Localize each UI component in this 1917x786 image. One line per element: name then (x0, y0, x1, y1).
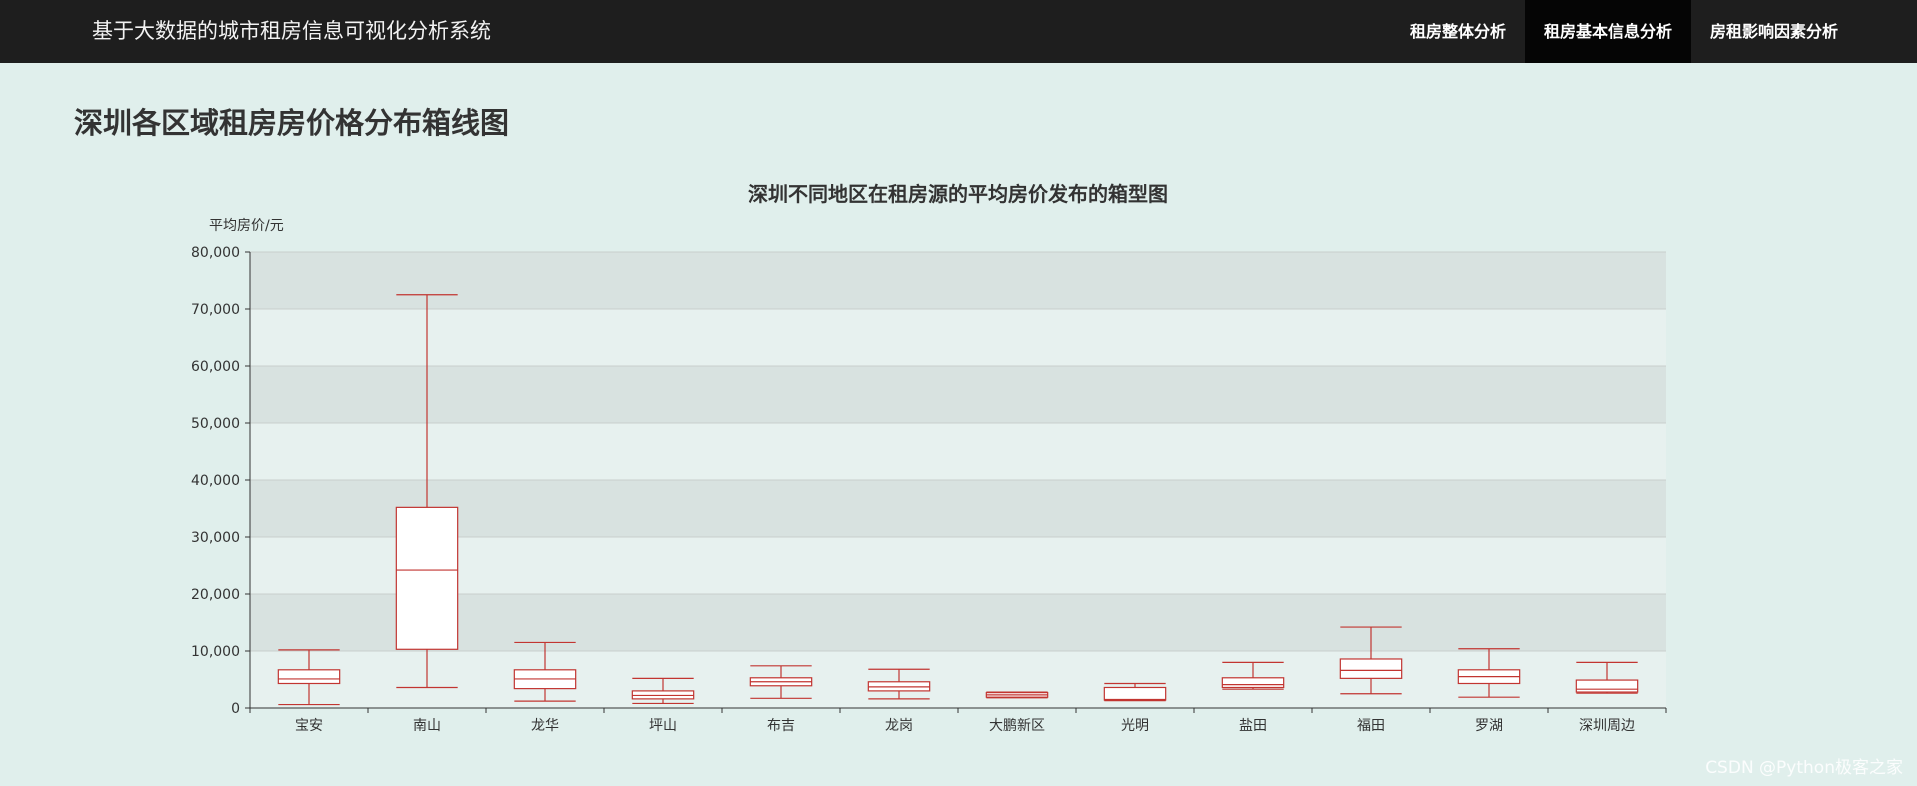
navbar: 基于大数据的城市租房信息可视化分析系统 租房整体分析 租房基本信息分析 房租影响… (0, 0, 1917, 63)
grid-band (250, 423, 1666, 480)
nav-item-factors[interactable]: 房租影响因素分析 (1691, 0, 1857, 63)
y-axis: 0 10,000 20,000 30,000 40,000 50,000 60,000 70,… (191, 245, 251, 717)
y-tick-label: 70,000 (191, 302, 240, 318)
y-tick-label: 40,000 (191, 473, 240, 489)
nav-menu: 租房整体分析 租房基本信息分析 房租影响因素分析 (1391, 0, 1857, 63)
boxplot-chart: 0 10,000 20,000 30,000 40,000 50,000 60,000 70,… (191, 182, 1667, 734)
x-tick-label: 大鹏新区 (989, 718, 1045, 734)
x-tick-label: 坪山 (649, 718, 677, 734)
box-大鹏新区[interactable] (985, 691, 1049, 699)
app-title[interactable]: 基于大数据的城市租房信息可视化分析系统 (92, 0, 491, 63)
y-tick-label: 0 (231, 701, 240, 717)
x-tick-label: 宝安 (295, 718, 323, 734)
grid-band (250, 366, 1666, 423)
y-tick-label: 50,000 (191, 416, 240, 432)
box-iqr (1103, 686, 1167, 701)
x-tick-label: 罗湖 (1475, 718, 1503, 734)
y-axis-label: 平均房价/元 (209, 218, 284, 234)
x-tick-label: 光明 (1121, 718, 1149, 734)
grid-band (250, 537, 1666, 594)
grid-bands (250, 251, 1666, 709)
box-iqr (1339, 658, 1403, 679)
grid-band (250, 252, 1666, 309)
x-tick-label: 龙岗 (885, 718, 913, 734)
page-title: 深圳各区域租房房价格分布箱线图 (74, 106, 510, 140)
grid-band (250, 309, 1666, 366)
grid-band (250, 480, 1666, 537)
x-tick-label: 福田 (1357, 718, 1385, 734)
x-tick-label: 龙华 (531, 718, 559, 734)
y-tick-label: 20,000 (191, 587, 240, 603)
nav-item-overall[interactable]: 租房整体分析 (1391, 0, 1525, 63)
box-iqr (1221, 677, 1285, 689)
y-tick-label: 10,000 (191, 644, 240, 660)
x-tick-label: 盐田 (1239, 718, 1267, 734)
y-tick-label: 60,000 (191, 359, 240, 375)
x-tick-label: 深圳周边 (1579, 718, 1635, 734)
y-tick-label: 80,000 (191, 245, 240, 261)
box-iqr (395, 506, 459, 650)
x-axis: 宝安 南山 龙华 坪山 布吉 龙岗 大鹏新区 光明 盐田 福田 罗湖 深圳周边 (249, 707, 1667, 734)
grid-band (250, 594, 1666, 651)
y-tick-label: 30,000 (191, 530, 240, 546)
nav-item-basic-info[interactable]: 租房基本信息分析 (1524, 0, 1691, 63)
watermark: CSDN @Python极客之家 (1705, 758, 1903, 778)
grid-band (250, 651, 1666, 708)
box-iqr (1575, 679, 1639, 693)
x-tick-label: 布吉 (767, 718, 795, 734)
x-tick-label: 南山 (413, 718, 441, 734)
chart-title: 深圳不同地区在租房源的平均房价发布的箱型图 (748, 182, 1168, 206)
box-iqr (277, 669, 341, 685)
